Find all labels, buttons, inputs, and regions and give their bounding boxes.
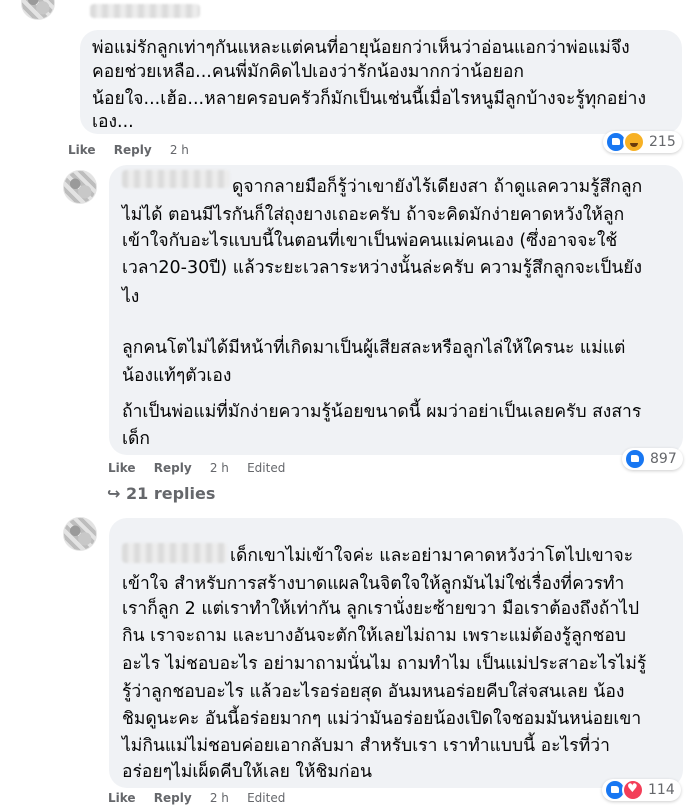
timestamp[interactable]: 2 h <box>210 461 229 475</box>
commenter-name-inline-blurred[interactable] <box>122 543 227 563</box>
comment-text-line: ไม่กินแม่ไม่ชอบค่อยเอากลับมา สำหรับเรา เ… <box>122 736 610 756</box>
timestamp[interactable]: 2 h <box>170 143 189 157</box>
comment-text-line: เข้าใจกับอะไรแบบนี้ในตอนที่เขาเป็นพ่อคนแ… <box>122 231 618 251</box>
comment-text-line: ถ้าเป็นพ่อแม่ที่มักง่ายความรู้น้อยขนาดนี… <box>122 402 642 422</box>
view-replies-link[interactable]: ↪ 21 replies <box>107 484 215 503</box>
comment-actions: Like Reply 2 h Edited <box>108 461 299 475</box>
reply-button[interactable]: Reply <box>154 791 192 805</box>
comment-text-line: เราก็ลูก 2 แต่เราทำให้เท่ากัน ลูกเรานั่ง… <box>122 599 640 619</box>
reaction-summary[interactable]: 215 <box>603 131 682 153</box>
reaction-summary[interactable]: 897 <box>622 448 683 470</box>
comment-text-line: เอง... <box>92 112 134 132</box>
comment-text-line: น้องแท้ๆตัวเอง <box>122 366 232 386</box>
reaction-summary[interactable]: 114 <box>602 779 681 801</box>
comment-text-line: คอยช่วยเหลือ...คนพี่มักคิดไปเองว่ารักน้อ… <box>92 62 524 82</box>
commenter-name-blurred[interactable] <box>90 4 200 18</box>
comment-text-line: น้อยใจ...เฮ้อ...หลายครอบครัวก็มักเป็นเช่… <box>92 89 647 109</box>
reaction-count: 897 <box>650 451 677 467</box>
timestamp[interactable]: 2 h <box>210 791 229 805</box>
comment-text-line: ชิมดูนะคะ อันนี้อร่อยมากๆ แม่ว่ามันอร่อย… <box>122 709 642 729</box>
replies-count[interactable]: 21 replies <box>126 484 215 503</box>
reply-button[interactable]: Reply <box>154 461 192 475</box>
haha-reaction-icon <box>623 131 645 153</box>
reply-button[interactable]: Reply <box>114 143 152 157</box>
avatar[interactable] <box>63 517 97 551</box>
like-button[interactable]: Like <box>68 143 96 157</box>
comment-text-line: ไม่ได้ ตอนมีไรกันก็ใส่ถุงยางเถอะครับ ถ้า… <box>122 205 625 225</box>
reaction-count: 114 <box>648 782 675 798</box>
comment-actions: Like Reply 2 h Edited <box>108 791 299 805</box>
like-button[interactable]: Like <box>108 461 136 475</box>
comment-text-line: เด็กเขาไม่เข้าใจค่ะ และอย่ามาคาดหวังว่าโ… <box>230 546 634 566</box>
reaction-count: 215 <box>649 134 676 150</box>
comment-text-line: อร่อยๆไม่เผ็ดคีบให้เลย ให้ชิมก่อน <box>122 762 372 782</box>
avatar[interactable] <box>21 0 55 20</box>
comment-text-line: อะไร ไม่ชอบอะไร อย่ามาถามนั่นไม ถามทำไม … <box>122 654 647 674</box>
comment-text-line: ดูจากลายมือก็รู้ว่าเขายังไร้เดียงสา ถ้าด… <box>232 177 643 197</box>
commenter-name-inline-blurred[interactable] <box>122 170 230 188</box>
love-reaction-icon <box>622 779 644 801</box>
edited-label[interactable]: Edited <box>247 461 285 475</box>
comment-text-line: เวลา20-30ปี) แล้วระยะเวลาระหว่างนั้นล่ะค… <box>122 258 643 278</box>
reply-arrow-icon: ↪ <box>107 484 121 503</box>
comment-text-line: ลูกคนโตไม่ได้มีหน้าที่เกิดมาเป็นผู้เสียส… <box>122 338 626 358</box>
comment-text-line: เด็ก <box>122 429 150 449</box>
comment-text-line: ไง <box>122 287 140 307</box>
like-button[interactable]: Like <box>108 791 136 805</box>
comment-actions: Like Reply 2 h <box>68 143 203 157</box>
comment-text-line: กิน เราจะถาม และบางอันจะตักให้เลยไม่ถาม … <box>122 626 626 646</box>
like-reaction-icon <box>624 448 646 470</box>
edited-label[interactable]: Edited <box>247 791 285 805</box>
avatar[interactable] <box>63 170 97 204</box>
comment-text-line: รู้ว่าลูกชอบอะไร แล้วอะไรอร่อยสุด อันมหน… <box>122 682 625 702</box>
